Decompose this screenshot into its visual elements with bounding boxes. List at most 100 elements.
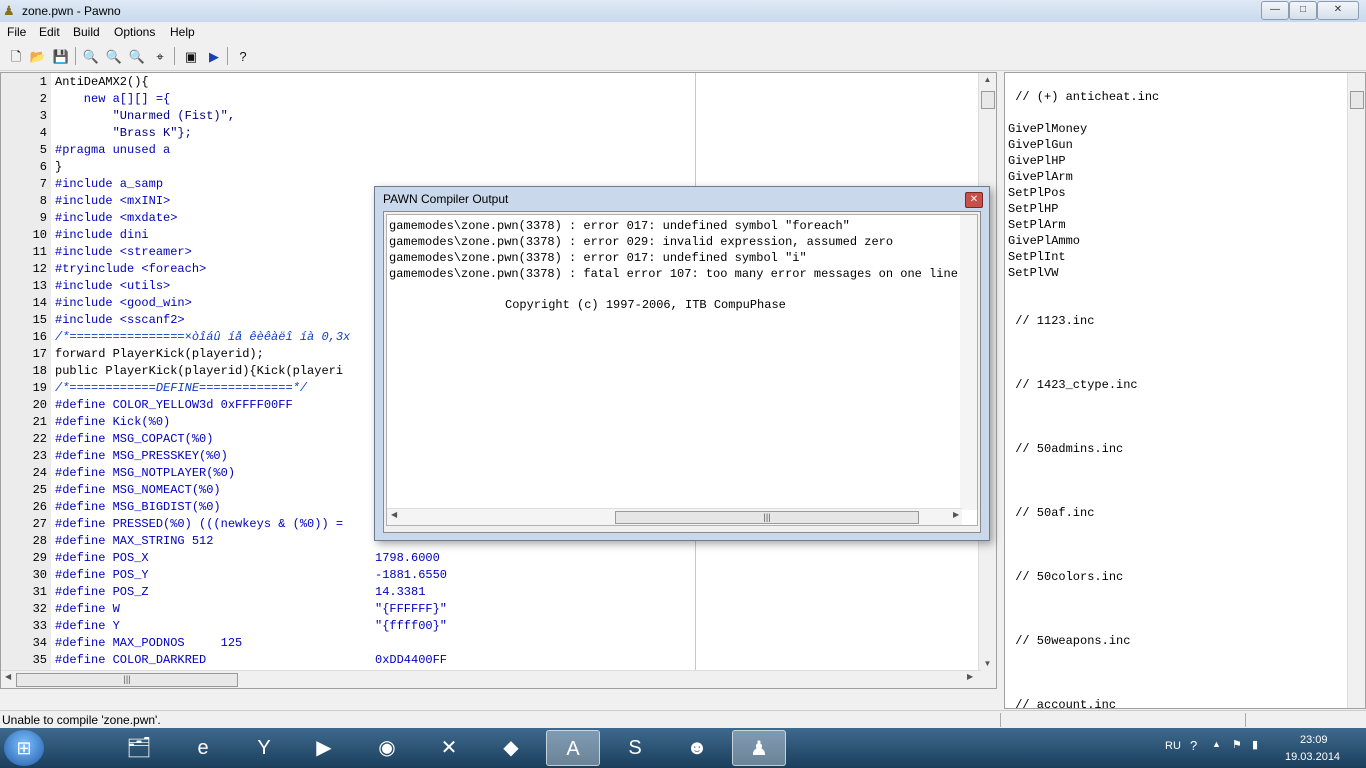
function-list-item[interactable]: GivePlMoney bbox=[1008, 121, 1159, 137]
internet-explorer-icon[interactable]: e bbox=[176, 730, 230, 766]
code-text: /*================×òîáû íå êèêàëî íà 0,3… bbox=[55, 330, 351, 344]
action-center-icon[interactable]: ⚑ bbox=[1232, 738, 1242, 751]
menu-file[interactable]: File bbox=[7, 25, 26, 39]
scroll-left-arrow-icon[interactable]: ◀ bbox=[391, 510, 397, 519]
compiler-output-text[interactable]: gamemodes\zone.pwn(3378) : error 017: un… bbox=[386, 214, 978, 526]
maximize-button[interactable]: □ bbox=[1289, 1, 1317, 20]
function-list-item[interactable] bbox=[1008, 521, 1159, 537]
pawno-icon[interactable]: ♟ bbox=[732, 730, 786, 766]
clock-date[interactable]: 19.03.2014 bbox=[1285, 751, 1340, 763]
function-list-item[interactable] bbox=[1008, 489, 1159, 505]
scroll-right-arrow-icon[interactable]: ▶ bbox=[967, 672, 973, 681]
output-horizontal-scrollbar[interactable]: ◀ ||| ▶ bbox=[387, 508, 962, 525]
code-text: "Brass K"}; bbox=[55, 126, 192, 140]
function-list-item[interactable] bbox=[1008, 409, 1159, 425]
function-list-item[interactable] bbox=[1008, 457, 1159, 473]
function-list-item[interactable] bbox=[1008, 537, 1159, 553]
editor-horizontal-scrollbar[interactable]: ◀ ||| ▶ bbox=[1, 670, 981, 688]
bluestacks-icon[interactable]: ◆ bbox=[484, 730, 538, 766]
function-list-item[interactable] bbox=[1008, 329, 1159, 345]
scroll-left-arrow-icon[interactable]: ◀ bbox=[5, 672, 11, 681]
gta-sa-icon[interactable]: ☻ bbox=[670, 730, 724, 766]
function-list-item[interactable] bbox=[1008, 585, 1159, 601]
help-icon[interactable]: ? bbox=[232, 46, 254, 68]
function-list-item[interactable] bbox=[1008, 361, 1159, 377]
function-list-item[interactable]: GivePlHP bbox=[1008, 153, 1159, 169]
help-tray-icon[interactable]: ? bbox=[1190, 738, 1197, 753]
function-list-item[interactable]: SetPlInt bbox=[1008, 249, 1159, 265]
function-list-item[interactable] bbox=[1008, 553, 1159, 569]
define-value: 1798.6000 bbox=[375, 551, 440, 565]
network-icon[interactable]: ▮ bbox=[1252, 738, 1258, 751]
agent-icon[interactable]: A bbox=[546, 730, 600, 766]
app-x-icon[interactable]: ✕ bbox=[422, 730, 476, 766]
save-file-icon[interactable]: 💾 bbox=[50, 46, 72, 68]
output-vertical-scrollbar[interactable] bbox=[960, 215, 977, 510]
function-list-item[interactable] bbox=[1008, 681, 1159, 697]
function-list-pane[interactable]: // (+) anticheat.inc GivePlMoney GivePlGun… bbox=[1004, 72, 1366, 709]
function-list-item[interactable] bbox=[1008, 649, 1159, 665]
menu-help[interactable]: Help bbox=[170, 25, 195, 39]
yandex-browser-icon[interactable]: Y bbox=[237, 730, 291, 766]
scroll-thumb[interactable] bbox=[1350, 91, 1364, 109]
code-text: #define MAX_STRING 512 bbox=[55, 534, 214, 548]
new-file-icon[interactable]: 🗋 bbox=[5, 46, 27, 68]
tray-expand-icon[interactable]: ▲ bbox=[1212, 739, 1221, 749]
function-list-item[interactable]: SetPlHP bbox=[1008, 201, 1159, 217]
define-value: "{ffff00}" bbox=[375, 619, 448, 633]
explorer-icon[interactable]: 🗂 bbox=[112, 730, 166, 766]
menu-options[interactable]: Options bbox=[114, 25, 155, 39]
function-list-item[interactable]: SetPlPos bbox=[1008, 185, 1159, 201]
chrome-icon[interactable]: ◉ bbox=[360, 730, 414, 766]
function-list-item[interactable] bbox=[1008, 617, 1159, 633]
function-list-item[interactable] bbox=[1008, 297, 1159, 313]
scroll-up-arrow-icon[interactable]: ▲ bbox=[979, 75, 996, 84]
language-indicator[interactable]: RU bbox=[1165, 740, 1181, 752]
title-bar: ♟ zone.pwn - Pawno — □ ✕ bbox=[0, 0, 1366, 22]
find-next-icon[interactable]: 🔍 bbox=[103, 46, 125, 68]
include-header: // account.inc bbox=[1008, 698, 1117, 709]
function-list-item[interactable]: SetPlVW bbox=[1008, 265, 1159, 281]
close-button[interactable]: ✕ bbox=[1317, 1, 1359, 20]
dialog-close-button[interactable]: ✕ bbox=[965, 192, 983, 208]
start-button[interactable]: ⊞ bbox=[4, 730, 44, 766]
function-list-item[interactable] bbox=[1008, 393, 1159, 409]
scroll-right-arrow-icon[interactable]: ▶ bbox=[953, 510, 959, 519]
menu-edit[interactable]: Edit bbox=[39, 25, 60, 39]
function-list-item[interactable] bbox=[1008, 73, 1159, 89]
function-list-item[interactable]: GivePlArm bbox=[1008, 169, 1159, 185]
code-line: 28 #define MAX_STRING 512 bbox=[1, 533, 214, 550]
replace-icon[interactable]: 🔍 bbox=[126, 46, 148, 68]
clock-time[interactable]: 23:09 bbox=[1300, 734, 1328, 746]
function-list-item[interactable] bbox=[1008, 473, 1159, 489]
compile-options-icon[interactable]: ▣ bbox=[180, 46, 202, 68]
function-list-item[interactable] bbox=[1008, 425, 1159, 441]
code-text: "Unarmed (Fist)", bbox=[55, 109, 236, 123]
function-list-item[interactable] bbox=[1008, 665, 1159, 681]
open-file-icon[interactable]: 📂 bbox=[27, 46, 49, 68]
function-list-item[interactable]: SetPlArm bbox=[1008, 217, 1159, 233]
function-list-item[interactable] bbox=[1008, 345, 1159, 361]
scroll-thumb[interactable]: ||| bbox=[16, 673, 238, 687]
code-text: public PlayerKick(playerid){Kick(playeri bbox=[55, 364, 344, 378]
scroll-thumb[interactable] bbox=[981, 91, 995, 109]
function-list-item[interactable] bbox=[1008, 601, 1159, 617]
compile-run-icon[interactable]: ▶ bbox=[203, 46, 225, 68]
function-list-scrollbar[interactable] bbox=[1347, 73, 1365, 708]
function-list-item[interactable]: GivePlAmmo bbox=[1008, 233, 1159, 249]
line-number: 7 bbox=[39, 177, 47, 191]
include-header: // 50colors.inc bbox=[1008, 570, 1124, 584]
define-value: 14.3381 bbox=[375, 585, 426, 599]
media-player-icon[interactable]: ▶ bbox=[297, 730, 351, 766]
function-list-item[interactable]: GivePlGun bbox=[1008, 137, 1159, 153]
function-list-item[interactable] bbox=[1008, 105, 1159, 121]
scroll-down-arrow-icon[interactable]: ▼ bbox=[979, 659, 996, 668]
scroll-thumb[interactable]: ||| bbox=[615, 511, 919, 524]
line-number: 28 bbox=[32, 534, 47, 548]
function-list-item[interactable] bbox=[1008, 281, 1159, 297]
goto-line-icon[interactable]: ⌖ bbox=[149, 46, 171, 68]
minimize-button[interactable]: — bbox=[1261, 1, 1289, 20]
skype-icon[interactable]: S bbox=[608, 730, 662, 766]
menu-build[interactable]: Build bbox=[73, 25, 100, 39]
find-icon[interactable]: 🔍 bbox=[80, 46, 102, 68]
